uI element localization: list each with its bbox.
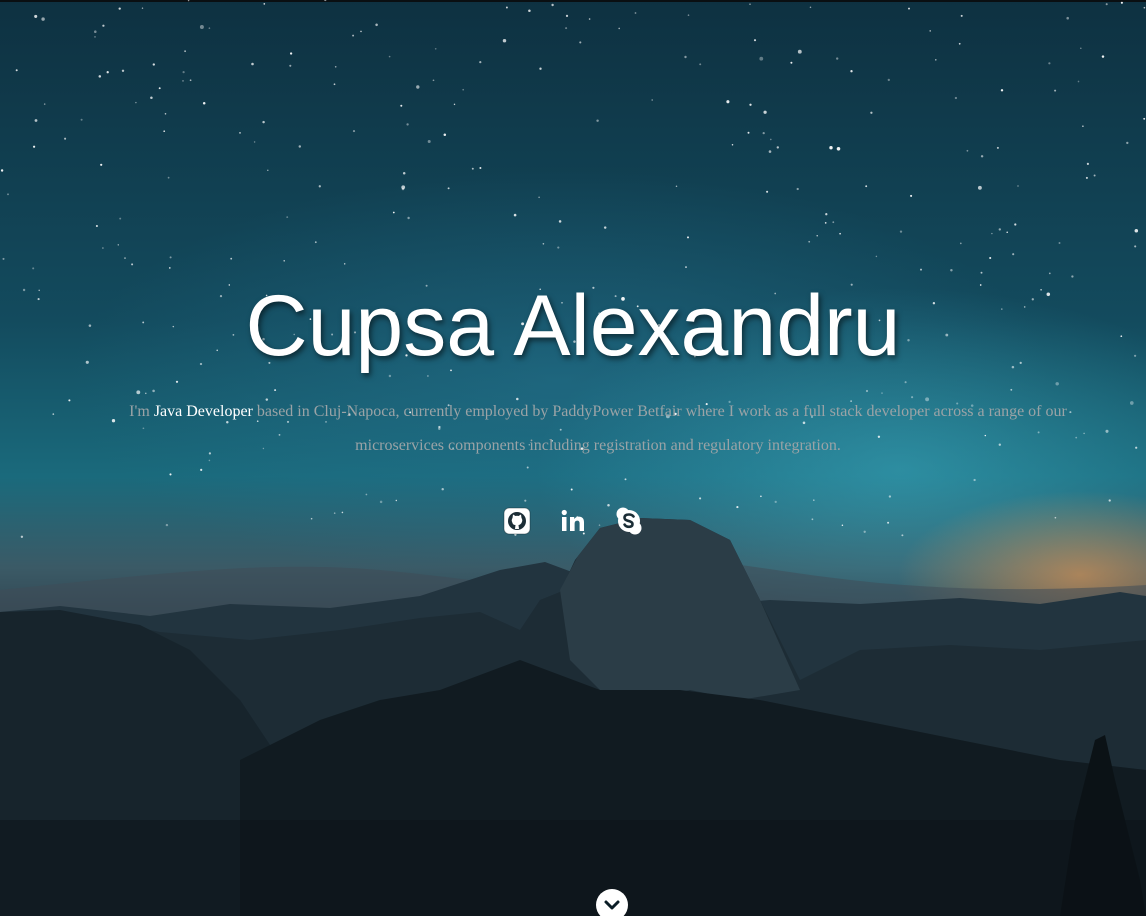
bio-role-highlight: Java Developer	[153, 403, 253, 420]
hero-content: Cupsa Alexandru I'm Java Developer based…	[0, 0, 1146, 916]
linkedin-link[interactable]	[559, 505, 587, 537]
social-links	[0, 505, 1146, 541]
github-icon	[503, 507, 531, 535]
page-title: Cupsa Alexandru	[245, 278, 901, 374]
linkedin-icon	[561, 509, 584, 531]
bio-line1: based in Cluj-Napoca, currently employed…	[252, 403, 1067, 420]
skype-icon	[616, 507, 642, 535]
hero-section: Cupsa Alexandru I'm Java Developer based…	[0, 0, 1146, 916]
github-link[interactable]	[503, 505, 531, 537]
bio-line2: microservices components including regis…	[355, 437, 841, 454]
bio-text: I'm Java Developer based in Cluj-Napoca,…	[60, 395, 1136, 463]
scroll-down-button[interactable]	[596, 889, 628, 916]
chevron-down-icon	[604, 900, 620, 910]
skype-link[interactable]	[615, 505, 643, 537]
bio-prefix: I'm	[129, 403, 154, 420]
